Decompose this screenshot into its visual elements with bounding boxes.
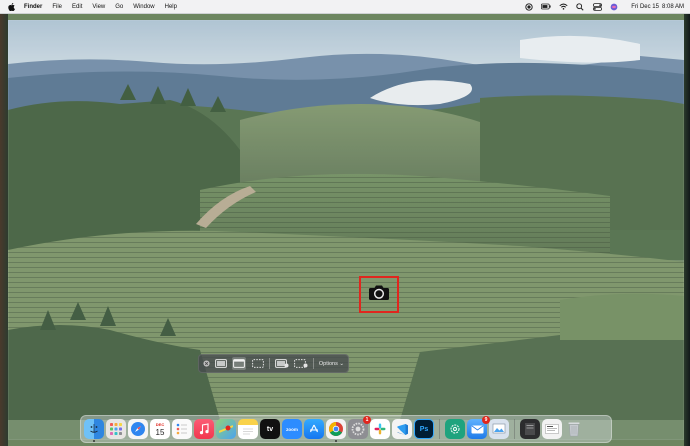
menu-edit[interactable]: Edit <box>72 0 82 14</box>
calendar-icon[interactable]: DEC 15 <box>150 419 170 439</box>
menu-help[interactable]: Help <box>165 0 177 14</box>
screenshot-toolbar: Options ⌄ <box>198 354 349 373</box>
spotlight-search-icon[interactable] <box>575 2 585 12</box>
menu-app-finder[interactable]: Finder <box>24 0 42 14</box>
launchpad-icon[interactable] <box>106 419 126 439</box>
camera-icon <box>368 284 390 306</box>
selected-portion-icon <box>251 359 264 368</box>
selected-window-icon <box>233 359 246 368</box>
capture-selected-window-button[interactable] <box>232 357 247 370</box>
options-menu-button[interactable]: Options ⌄ <box>319 361 344 367</box>
recent-document-icon[interactable] <box>542 419 562 439</box>
options-label: Options <box>318 360 338 367</box>
close-toolbar-button[interactable] <box>203 357 210 370</box>
dock-divider <box>439 419 440 439</box>
chevron-down-icon: ⌄ <box>339 360 344 367</box>
downloads-stack-icon[interactable] <box>520 419 540 439</box>
menu-bar: Finder File Edit View Go Window Help Fri… <box>0 0 690 14</box>
preview-icon[interactable] <box>489 419 509 439</box>
apple-tv-label: tv <box>266 425 274 433</box>
clock-time: 8:08 AM <box>661 3 684 10</box>
selection-overlay <box>8 20 684 440</box>
calendar-day: 15 <box>155 427 165 437</box>
chatgpt-icon[interactable] <box>445 419 465 439</box>
screen-recording-icon[interactable] <box>524 2 534 12</box>
safari-icon[interactable] <box>128 419 148 439</box>
zoom-icon[interactable]: zoom <box>282 419 302 439</box>
entire-screen-icon <box>215 359 228 368</box>
record-screen-icon <box>274 359 289 368</box>
toolbar-divider <box>268 358 270 369</box>
dock: DEC 15 tv zoom 1 Ps 9 <box>80 415 612 443</box>
control-center-icon[interactable] <box>592 2 602 12</box>
menu-go[interactable]: Go <box>115 0 123 14</box>
trash-icon[interactable] <box>564 419 584 439</box>
app-store-icon[interactable] <box>304 419 324 439</box>
toolbar-divider <box>312 358 314 369</box>
reminders-icon[interactable] <box>172 419 192 439</box>
siri-icon[interactable] <box>609 2 619 12</box>
window-edge-right <box>684 14 690 446</box>
mail-icon[interactable]: 9 <box>467 416 490 439</box>
capture-selected-portion-button[interactable] <box>251 357 264 370</box>
maps-icon[interactable] <box>216 419 236 439</box>
menu-file[interactable]: File <box>52 0 62 14</box>
desktop <box>0 0 690 446</box>
zoom-label: zoom <box>286 426 298 432</box>
window-edge-left <box>0 14 8 446</box>
capture-window-highlight[interactable] <box>359 276 399 313</box>
photoshop-icon[interactable]: Ps <box>414 419 434 439</box>
record-portion-icon <box>294 359 308 368</box>
slack-icon[interactable] <box>370 419 390 439</box>
apple-tv-icon[interactable]: tv <box>260 419 280 439</box>
menu-view[interactable]: View <box>92 0 105 14</box>
menu-window[interactable]: Window <box>133 0 154 14</box>
close-icon <box>203 360 210 367</box>
dock-divider <box>514 419 515 439</box>
vscode-icon[interactable] <box>392 419 412 439</box>
music-icon[interactable] <box>194 419 214 439</box>
record-entire-screen-button[interactable] <box>274 357 289 370</box>
menu-bar-clock[interactable]: Fri Dec 15 8:08 AM <box>628 4 684 10</box>
notes-icon[interactable] <box>238 419 258 439</box>
chrome-icon[interactable] <box>326 419 346 442</box>
clock-date: Fri Dec 15 <box>631 3 659 10</box>
apple-menu-icon[interactable] <box>6 1 16 13</box>
record-selected-portion-button[interactable] <box>294 357 308 370</box>
battery-icon[interactable] <box>541 2 551 12</box>
system-settings-icon[interactable]: 1 <box>348 416 371 439</box>
wifi-icon[interactable] <box>558 2 568 12</box>
photoshop-label: Ps <box>419 425 429 433</box>
finder-icon[interactable] <box>84 419 104 442</box>
capture-entire-screen-button[interactable] <box>215 357 228 370</box>
status-tray: Fri Dec 15 8:08 AM <box>524 2 684 12</box>
